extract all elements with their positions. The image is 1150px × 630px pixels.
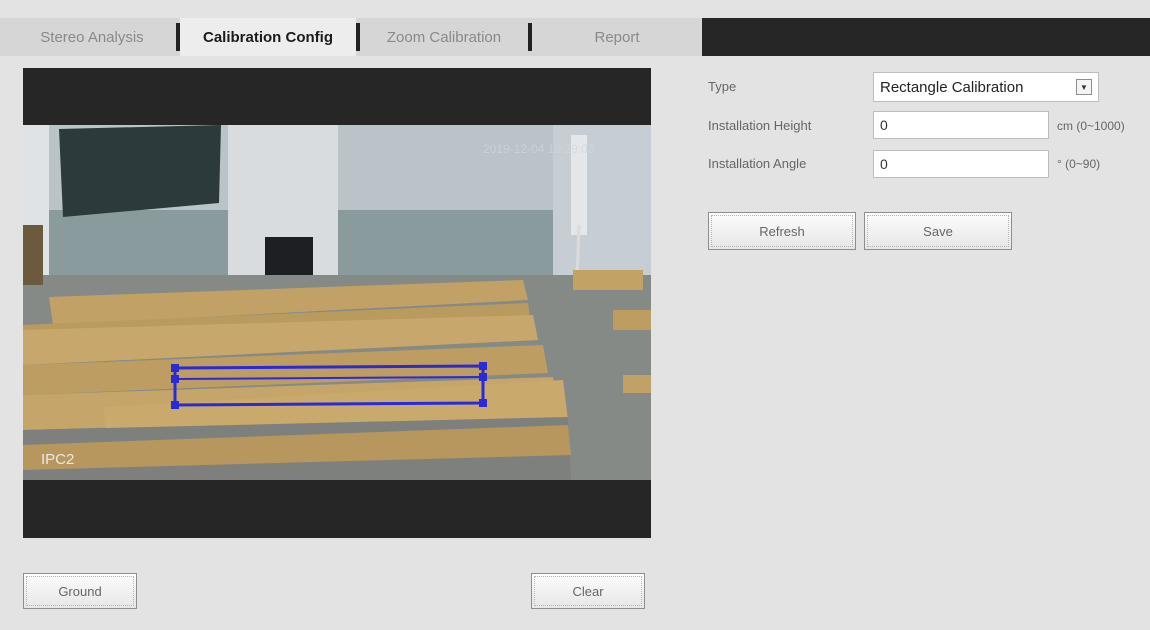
installation-height-input[interactable]: [873, 111, 1049, 139]
installation-height-unit: cm (0~1000): [1057, 119, 1125, 133]
tab-zoom-calibration[interactable]: Zoom Calibration: [360, 18, 528, 56]
save-button[interactable]: Save: [864, 212, 1012, 250]
tab-calibration-config[interactable]: Calibration Config: [180, 18, 356, 56]
type-select-value: Rectangle Calibration: [880, 78, 1024, 96]
type-label: Type: [708, 79, 737, 94]
calibration-handle-top-left[interactable]: [171, 364, 179, 372]
chevron-down-icon: ▼: [1076, 79, 1092, 95]
calibration-handle-mid-right[interactable]: [479, 373, 487, 381]
calibration-handle-top-right[interactable]: [479, 362, 487, 370]
tab-bar-filler: [702, 18, 1150, 56]
calibration-handle-bottom-right[interactable]: [479, 399, 487, 407]
clear-button[interactable]: Clear: [531, 573, 645, 609]
type-select[interactable]: Rectangle Calibration ▼: [873, 72, 1099, 102]
tab-stereo-analysis[interactable]: Stereo Analysis: [12, 18, 172, 56]
installation-angle-unit: ° (0~90): [1057, 157, 1101, 171]
installation-angle-label: Installation Angle: [708, 156, 807, 171]
calibration-handle-bottom-left[interactable]: [171, 401, 179, 409]
tab-bar: Stereo Analysis Calibration Config Zoom …: [0, 18, 1150, 56]
tab-report[interactable]: Report: [532, 18, 702, 56]
video-preview[interactable]: 2019-12-04 10:29:03 IPC2: [23, 68, 651, 538]
channel-label: IPC2: [41, 451, 75, 468]
refresh-button[interactable]: Refresh: [708, 212, 856, 250]
installation-height-label: Installation Height: [708, 118, 812, 133]
installation-angle-input[interactable]: [873, 150, 1049, 178]
calibration-handle-mid-left[interactable]: [171, 375, 179, 383]
video-timestamp: 2019-12-04 10:29:03: [483, 142, 595, 156]
classroom-camera-image: [23, 125, 651, 480]
ground-button[interactable]: Ground: [23, 573, 137, 609]
